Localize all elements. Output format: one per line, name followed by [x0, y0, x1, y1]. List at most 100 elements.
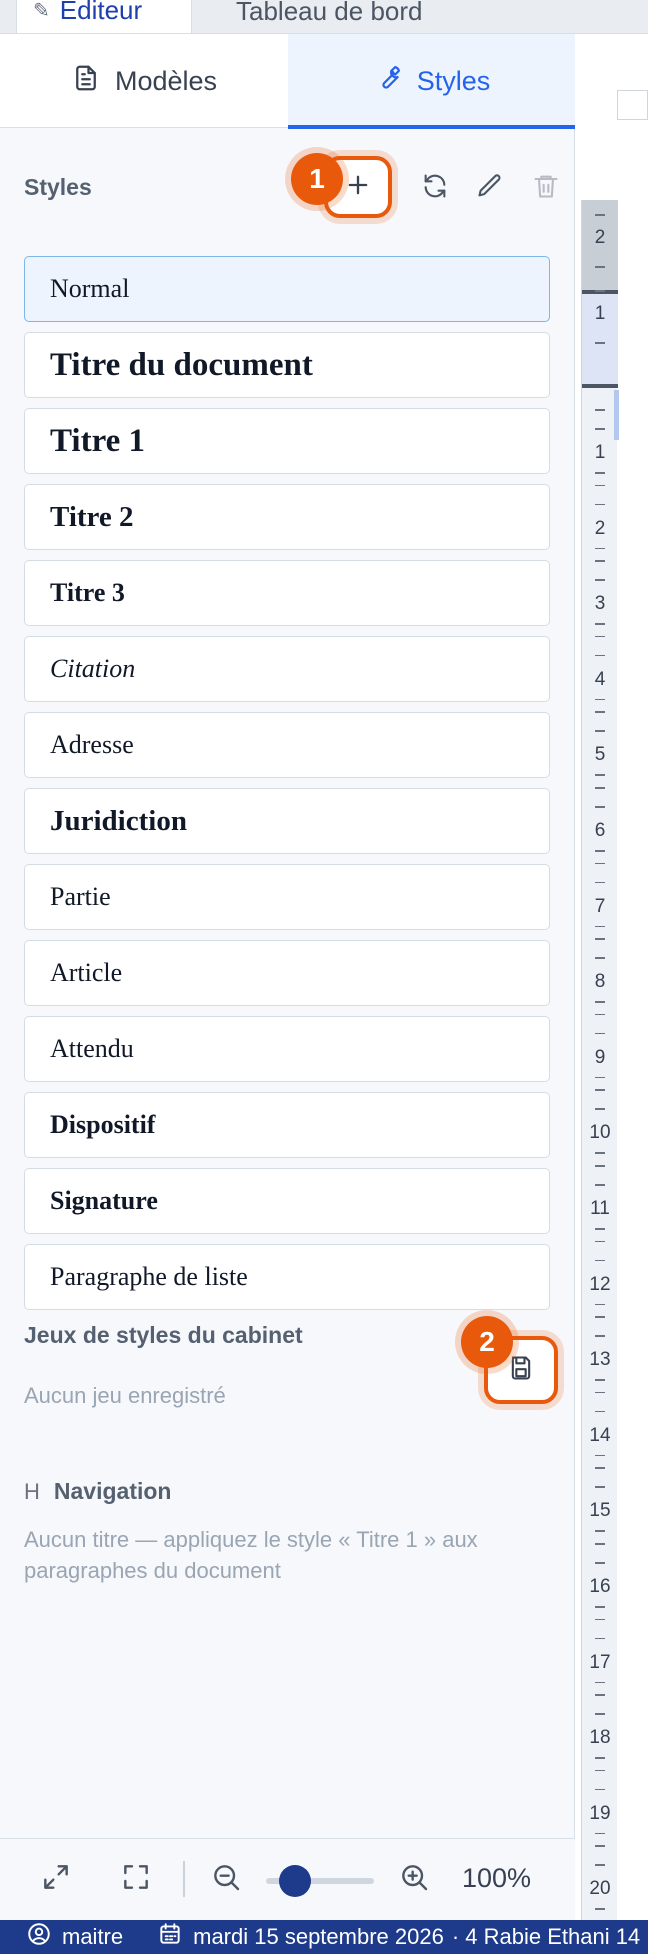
ruler-tick [595, 1769, 605, 1772]
style-item-attendu[interactable]: Attendu [24, 1016, 550, 1082]
tab-models[interactable]: Modèles [0, 34, 288, 128]
style-item-normal[interactable]: Normal [24, 256, 550, 322]
ruler-tick [595, 1410, 605, 1413]
zoom-value: 100% [462, 1863, 532, 1893]
ruler-tick [595, 1530, 605, 1532]
edit-style-button[interactable] [468, 166, 512, 210]
zoom-in-button[interactable] [396, 1861, 432, 1897]
zoom-in-icon [398, 1861, 430, 1898]
ruler-tick [595, 1864, 605, 1866]
ruler-tick [595, 1379, 605, 1381]
zoom-out-icon [210, 1861, 242, 1898]
ruler-tick [595, 214, 605, 216]
style-item-titre-3[interactable]: Titre 3 [24, 560, 550, 626]
ruler-tick [595, 698, 605, 701]
ruler-number: 10 [589, 1122, 611, 1144]
expand-button[interactable] [38, 1861, 74, 1897]
ruler-number: 1 [594, 442, 606, 463]
style-item-titre-document[interactable]: Titre du document [24, 332, 550, 398]
document-icon [71, 63, 101, 100]
fullscreen-icon [120, 1861, 152, 1898]
ruler-tick [595, 1108, 605, 1110]
ruler-tick [595, 1013, 605, 1016]
status-date: mardi 15 septembre 2026 [157, 1921, 444, 1953]
ruler-tick [595, 925, 605, 928]
tab-styles[interactable]: Styles [288, 34, 575, 129]
ruler-tick [595, 850, 605, 852]
ruler-number: 15 [589, 1500, 611, 1522]
ruler-tick [595, 1845, 605, 1847]
ruler-number: 11 [590, 1198, 610, 1219]
ruler-number: 14 [589, 1424, 611, 1446]
ruler-tick [595, 711, 605, 713]
navigation-title: Navigation [53, 1478, 172, 1504]
ruler-number: 12 [589, 1273, 611, 1295]
ruler-tick [595, 1032, 605, 1035]
ruler-tick [595, 1694, 605, 1696]
style-item-partie[interactable]: Partie [24, 864, 550, 930]
ruler-tick [595, 774, 605, 776]
step-badge-2: 2 [461, 1316, 513, 1368]
status-date-label: mardi 15 septembre 2026 [193, 1924, 444, 1949]
expand-icon [40, 1861, 72, 1898]
ruler-tick [595, 654, 605, 657]
ruler-tick [595, 484, 605, 487]
ruler-tick [595, 266, 605, 268]
style-item-article[interactable]: Article [24, 940, 550, 1006]
style-sets-empty: Aucun jeu enregistré [24, 1383, 226, 1408]
plus-icon [344, 171, 372, 204]
ruler-tick [595, 938, 605, 940]
style-item-paragraphe-liste[interactable]: Paragraphe de liste [24, 1244, 550, 1310]
ruler-tick [595, 1637, 605, 1640]
ruler-tick [595, 957, 605, 959]
ruler-tick [595, 579, 605, 581]
ruler-tick [595, 1316, 605, 1318]
delete-style-button[interactable] [524, 166, 568, 210]
ruler-tick [595, 881, 605, 884]
ruler-tick [595, 290, 605, 292]
ruler-tick [595, 730, 605, 732]
scroll-corner-button[interactable] [617, 90, 648, 120]
ruler-number: 8 [594, 971, 606, 993]
tab-editor[interactable]: ✎ Éditeur [16, 0, 192, 34]
style-item-titre-1[interactable]: Titre 1 [24, 408, 550, 474]
calendar-icon [157, 1921, 183, 1953]
pencil-icon [476, 172, 504, 205]
step-badge-1: 1 [291, 153, 343, 205]
wrench-icon [373, 63, 403, 100]
style-item-citation[interactable]: Citation [24, 636, 550, 702]
ruler-number: 13 [589, 1349, 611, 1371]
scrollbar-thumb[interactable] [614, 390, 619, 440]
ruler-tick [595, 1486, 605, 1488]
refresh-styles-button[interactable] [413, 166, 457, 210]
ruler-tick [595, 862, 605, 865]
ruler-tick [595, 1165, 605, 1167]
style-item-signature[interactable]: Signature [24, 1168, 550, 1234]
style-item-adresse[interactable]: Adresse [24, 712, 550, 778]
style-item-dispositif[interactable]: Dispositif [24, 1092, 550, 1158]
ruler-tick [595, 560, 605, 562]
zoom-out-button[interactable] [208, 1861, 244, 1897]
top-tab-strip: ✎ Éditeur Tableau de bord [0, 0, 648, 34]
ruler-tick [595, 1335, 605, 1337]
refresh-icon [421, 172, 449, 205]
fullscreen-button[interactable] [118, 1861, 154, 1897]
zoom-toolbar: 100% [0, 1838, 575, 1920]
toolbar-divider [183, 1861, 185, 1897]
status-user-label: maitre [62, 1924, 124, 1949]
ruler-tick [595, 1908, 605, 1910]
tab-dashboard[interactable]: Tableau de bord [220, 0, 438, 34]
ruler-number: 18 [589, 1727, 611, 1749]
ruler-number: 17 [589, 1651, 611, 1673]
ruler-tick [595, 472, 605, 474]
ruler-number: 16 [589, 1576, 611, 1597]
ruler-tick [595, 1757, 605, 1759]
style-item-titre-2[interactable]: Titre 2 [24, 484, 550, 550]
zoom-slider-handle[interactable] [279, 1865, 311, 1897]
ruler-tick [595, 1618, 605, 1621]
style-item-juridiction[interactable]: Juridiction [24, 788, 550, 854]
vertical-ruler: 2 1 1 2 3 4 5 6 7 8 9 10 11 12 13 14 15 16 17 18 19 20 [581, 200, 618, 1920]
ruler-tick [595, 1076, 605, 1079]
tab-dashboard-label: Tableau de bord [236, 0, 423, 26]
status-user: maitre [26, 1921, 123, 1953]
